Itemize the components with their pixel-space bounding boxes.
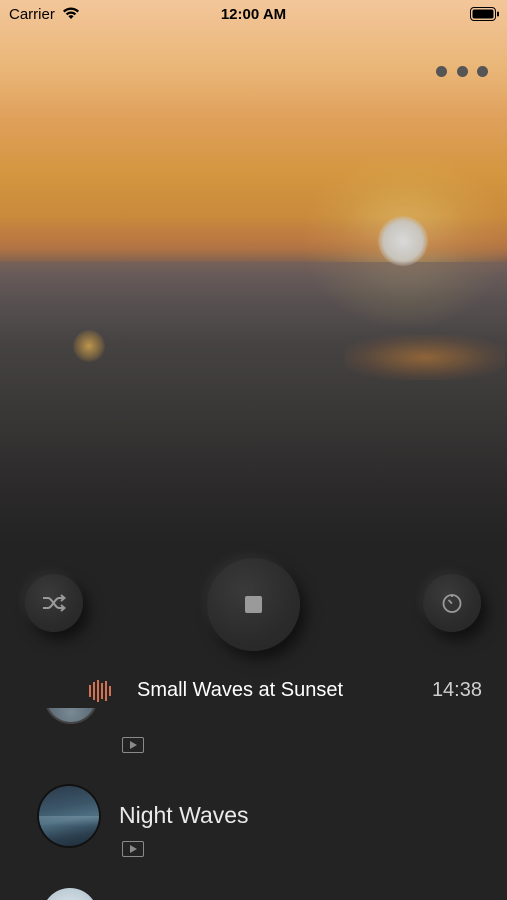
clock: 12:00 AM bbox=[220, 6, 287, 23]
now-playing-title: Small Waves at Sunset bbox=[137, 679, 344, 701]
track-thumbnail[interactable] bbox=[42, 888, 98, 900]
more-options-button[interactable] bbox=[436, 62, 488, 80]
sun-reflection bbox=[345, 335, 505, 380]
more-dot bbox=[436, 65, 447, 77]
hero-artwork bbox=[0, 0, 507, 545]
stop-icon bbox=[245, 596, 262, 613]
play-video-icon[interactable] bbox=[122, 841, 144, 857]
shuffle-icon bbox=[43, 594, 66, 612]
track-list: Night Waves bbox=[0, 708, 507, 900]
status-bar: Carrier 12:00 AM bbox=[0, 0, 507, 28]
battery-icon bbox=[470, 7, 499, 21]
track-title[interactable]: Night Waves bbox=[119, 802, 249, 829]
sea-band bbox=[0, 262, 507, 342]
wave-highlight bbox=[39, 816, 99, 826]
sleep-timer-button[interactable] bbox=[423, 574, 481, 632]
equalizer-icon bbox=[89, 680, 111, 702]
track-thumbnail[interactable] bbox=[46, 708, 96, 722]
more-dot bbox=[456, 65, 468, 77]
now-playing-bar[interactable]: Small Waves at Sunset 14:38 bbox=[0, 672, 507, 708]
now-playing-time: 14:38 bbox=[431, 679, 482, 701]
play-video-icon[interactable] bbox=[122, 737, 144, 753]
more-dot bbox=[477, 65, 488, 77]
stop-button[interactable] bbox=[207, 558, 300, 651]
sun bbox=[378, 216, 428, 266]
shuffle-button[interactable] bbox=[25, 574, 83, 632]
lens-flare bbox=[73, 330, 105, 362]
timer-icon bbox=[442, 594, 462, 613]
track-thumbnail[interactable] bbox=[39, 786, 99, 846]
